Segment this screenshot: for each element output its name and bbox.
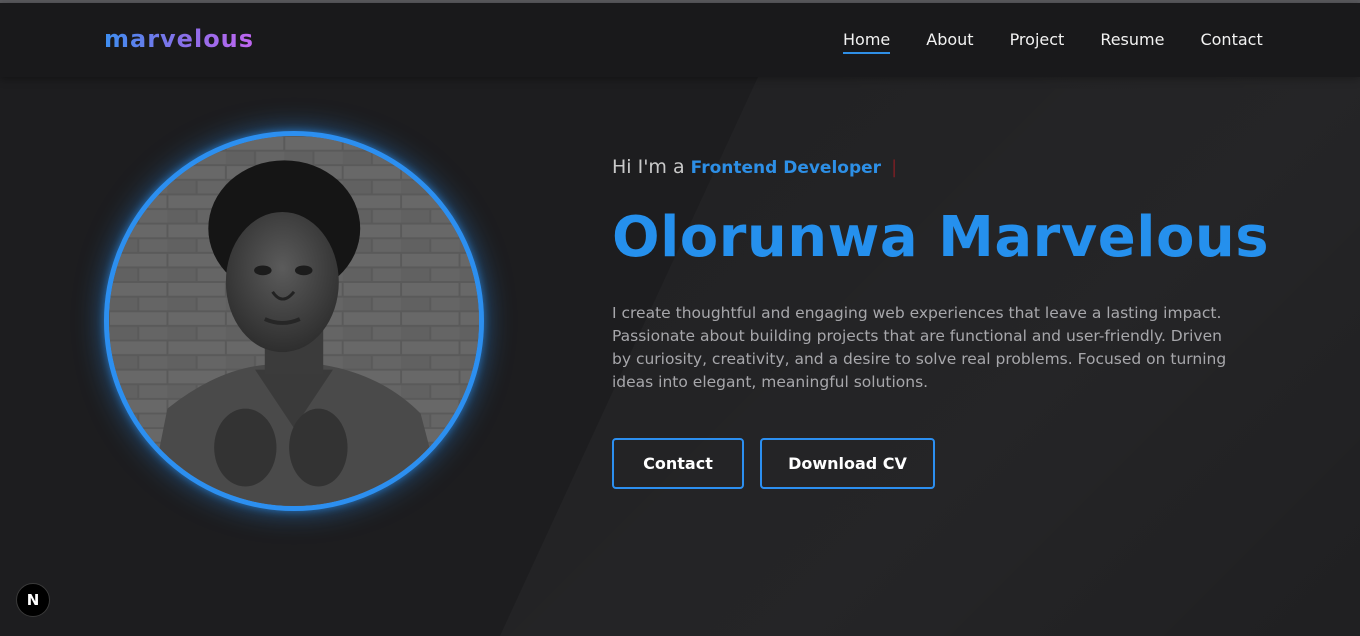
site-logo[interactable]: marvelous [104,25,254,53]
nav-about[interactable]: About [926,30,973,54]
nav-project[interactable]: Project [1010,30,1065,54]
hero-name: Olorunwa Marvelous [612,205,1270,270]
typing-cursor: | [891,157,898,178]
nextjs-logo-icon[interactable]: N [16,583,50,617]
profile-photo-illustration [109,136,479,506]
nav-home[interactable]: Home [843,30,891,54]
hero-bio: I create thoughtful and engaging web exp… [612,304,1227,391]
nav-resume[interactable]: Resume [1100,30,1164,54]
site-header: marvelous Home About Project Resume Cont… [0,3,1360,77]
main-nav: Home About Project Resume Contact [843,30,1263,54]
greeting-line: Hi I'm a Frontend Developer | [612,156,1252,184]
greeting-prefix: Hi I'm a [612,156,685,178]
contact-button[interactable]: Contact [612,438,744,489]
profile-photo [104,131,484,511]
hero-section: Hi I'm a Frontend Developer | Olorunwa M… [612,156,1270,394]
hero-buttons: Contact Download CV [612,438,935,489]
typed-role: Frontend Developer [690,158,882,178]
download-cv-button[interactable]: Download CV [760,438,935,489]
nav-contact[interactable]: Contact [1200,30,1262,54]
